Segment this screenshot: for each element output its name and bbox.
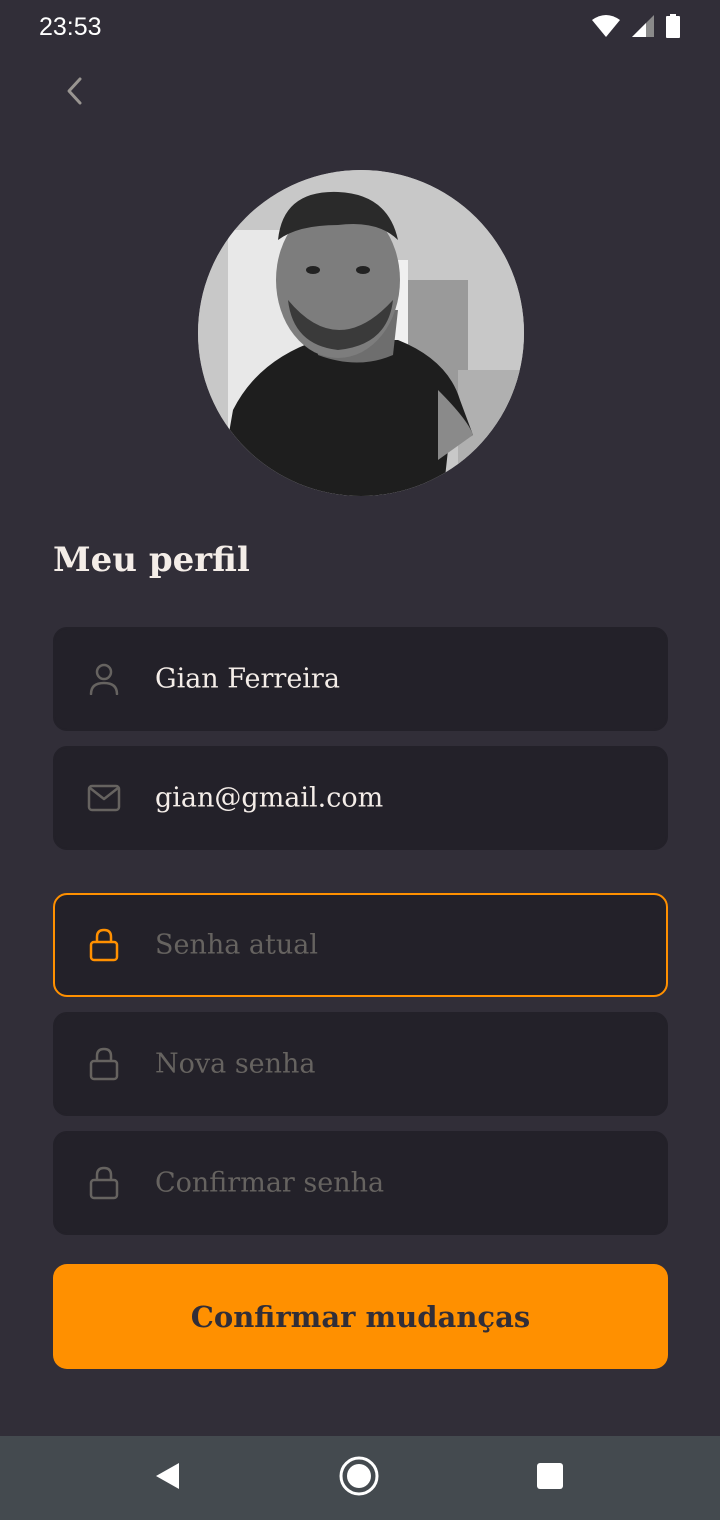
chevron-left-icon [65, 76, 85, 110]
system-nav-bar [0, 1436, 720, 1520]
profile-photo [198, 170, 524, 496]
status-icons [592, 14, 680, 38]
email-value: gian@gmail.com [155, 782, 384, 814]
confirm-password-placeholder: Confirmar senha [155, 1167, 385, 1199]
lock-icon [87, 1166, 121, 1200]
lock-icon [87, 928, 121, 962]
signal-icon [632, 15, 654, 37]
lock-icon [87, 1047, 121, 1081]
back-button[interactable] [56, 74, 94, 112]
email-field[interactable]: gian@gmail.com [53, 746, 668, 850]
confirm-changes-button[interactable]: Confirmar mudanças [53, 1264, 668, 1369]
wifi-icon [592, 15, 620, 37]
name-field[interactable]: Gian Ferreira [53, 627, 668, 731]
nav-home-button[interactable] [338, 1455, 380, 1501]
back-triangle-icon [153, 1461, 181, 1495]
status-time: 23:53 [39, 13, 102, 41]
name-value: Gian Ferreira [155, 663, 340, 695]
mail-icon [87, 781, 121, 815]
home-circle-icon [338, 1455, 380, 1501]
user-icon [87, 662, 121, 696]
current-password-field[interactable]: Senha atual [53, 893, 668, 997]
nav-recents-button[interactable] [530, 1458, 570, 1498]
nav-back-button[interactable] [147, 1458, 187, 1498]
status-bar: 23:53 [0, 0, 720, 56]
current-password-placeholder: Senha atual [155, 929, 319, 961]
recents-square-icon [536, 1462, 564, 1494]
battery-icon [666, 14, 680, 38]
page-title: Meu perfil [53, 540, 250, 580]
confirm-changes-label: Confirmar mudanças [190, 1299, 531, 1334]
new-password-field[interactable]: Nova senha [53, 1012, 668, 1116]
avatar[interactable] [198, 170, 524, 496]
new-password-placeholder: Nova senha [155, 1048, 316, 1080]
confirm-password-field[interactable]: Confirmar senha [53, 1131, 668, 1235]
